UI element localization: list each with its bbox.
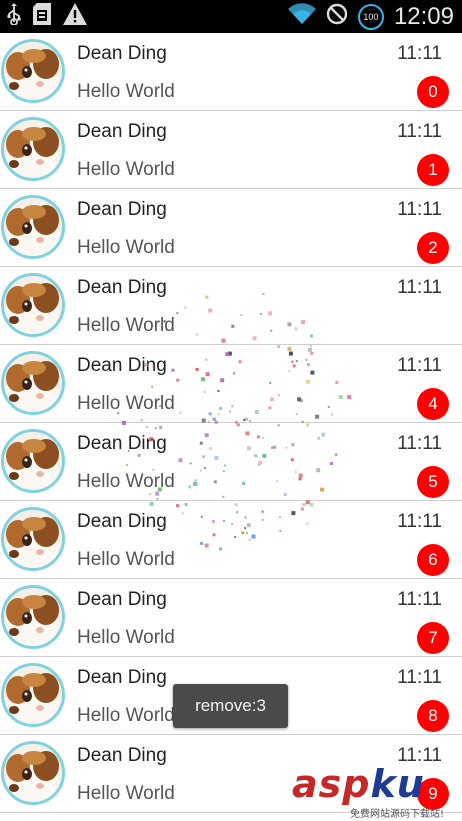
contact-name: Dean Ding bbox=[77, 589, 167, 610]
avatar bbox=[1, 351, 65, 415]
contact-name: Dean Ding bbox=[77, 433, 167, 454]
list-item[interactable]: Dean Ding Hello World 11:11 bbox=[0, 267, 462, 345]
message-time: 11:11 bbox=[397, 667, 442, 688]
message-preview: Hello World bbox=[77, 315, 175, 336]
message-preview: Hello World bbox=[77, 705, 175, 726]
list-item[interactable]: Dean Ding Hello World 11:11 7 bbox=[0, 579, 462, 657]
message-time: 11:11 bbox=[397, 511, 442, 532]
list-item[interactable]: Dean Ding Hello World 11:11 6 bbox=[0, 501, 462, 579]
avatar bbox=[1, 585, 65, 649]
message-time: 11:11 bbox=[397, 433, 442, 454]
sd-card-icon bbox=[32, 2, 52, 31]
avatar bbox=[1, 663, 65, 727]
unread-badge: 5 bbox=[417, 466, 449, 498]
battery-icon: 100 bbox=[357, 3, 384, 30]
unread-badge: 8 bbox=[417, 700, 449, 732]
unread-badge: 0 bbox=[417, 76, 449, 108]
list-item[interactable]: Dean Ding Hello World 11:11 4 bbox=[0, 345, 462, 423]
message-preview: Hello World bbox=[77, 549, 175, 570]
message-time: 11:11 bbox=[397, 43, 442, 64]
list-item[interactable]: Dean Ding Hello World 11:11 1 bbox=[0, 111, 462, 189]
message-time: 11:11 bbox=[397, 121, 442, 142]
avatar bbox=[1, 117, 65, 181]
list-item[interactable]: Dean Ding Hello World 11:11 2 bbox=[0, 189, 462, 267]
message-preview: Hello World bbox=[77, 159, 175, 180]
avatar bbox=[1, 195, 65, 259]
unread-badge: 2 bbox=[417, 232, 449, 264]
unread-badge: 1 bbox=[417, 154, 449, 186]
message-preview: Hello World bbox=[77, 783, 175, 804]
message-time: 11:11 bbox=[397, 589, 442, 610]
unread-badge: 4 bbox=[417, 388, 449, 420]
contact-name: Dean Ding bbox=[77, 277, 167, 298]
contact-name: Dean Ding bbox=[77, 199, 167, 220]
avatar bbox=[1, 741, 65, 805]
list-item[interactable]: Dean Ding Hello World 11:11 0 bbox=[0, 33, 462, 111]
message-preview: Hello World bbox=[77, 471, 175, 492]
message-preview: Hello World bbox=[77, 393, 175, 414]
unread-badge: 7 bbox=[417, 622, 449, 654]
contact-name: Dean Ding bbox=[77, 745, 167, 766]
avatar bbox=[1, 273, 65, 337]
message-preview: Hello World bbox=[77, 627, 175, 648]
avatar bbox=[1, 429, 65, 493]
list-item[interactable]: Dean Ding Hello World 11:11 5 bbox=[0, 423, 462, 501]
watermark-logo: aspku 免费网站源码下载站! bbox=[292, 762, 445, 820]
message-preview: Hello World bbox=[77, 81, 175, 102]
contact-name: Dean Ding bbox=[77, 511, 167, 532]
unread-badge: 6 bbox=[417, 544, 449, 576]
status-time: 12:09 bbox=[393, 2, 454, 30]
warning-icon bbox=[62, 2, 88, 31]
avatar bbox=[1, 39, 65, 103]
message-time: 11:11 bbox=[397, 355, 442, 376]
contact-name: Dean Ding bbox=[77, 43, 167, 64]
message-time: 11:11 bbox=[397, 199, 442, 220]
usb-icon bbox=[6, 3, 22, 30]
no-sim-icon bbox=[326, 3, 348, 30]
contact-name: Dean Ding bbox=[77, 355, 167, 376]
contact-name: Dean Ding bbox=[77, 121, 167, 142]
message-preview: Hello World bbox=[77, 237, 175, 258]
status-bar: 100 12:09 bbox=[0, 0, 462, 33]
message-time: 11:11 bbox=[397, 277, 442, 298]
avatar bbox=[1, 507, 65, 571]
toast-message: remove:3 bbox=[173, 684, 288, 728]
wifi-icon bbox=[287, 3, 316, 30]
contact-name: Dean Ding bbox=[77, 667, 167, 688]
